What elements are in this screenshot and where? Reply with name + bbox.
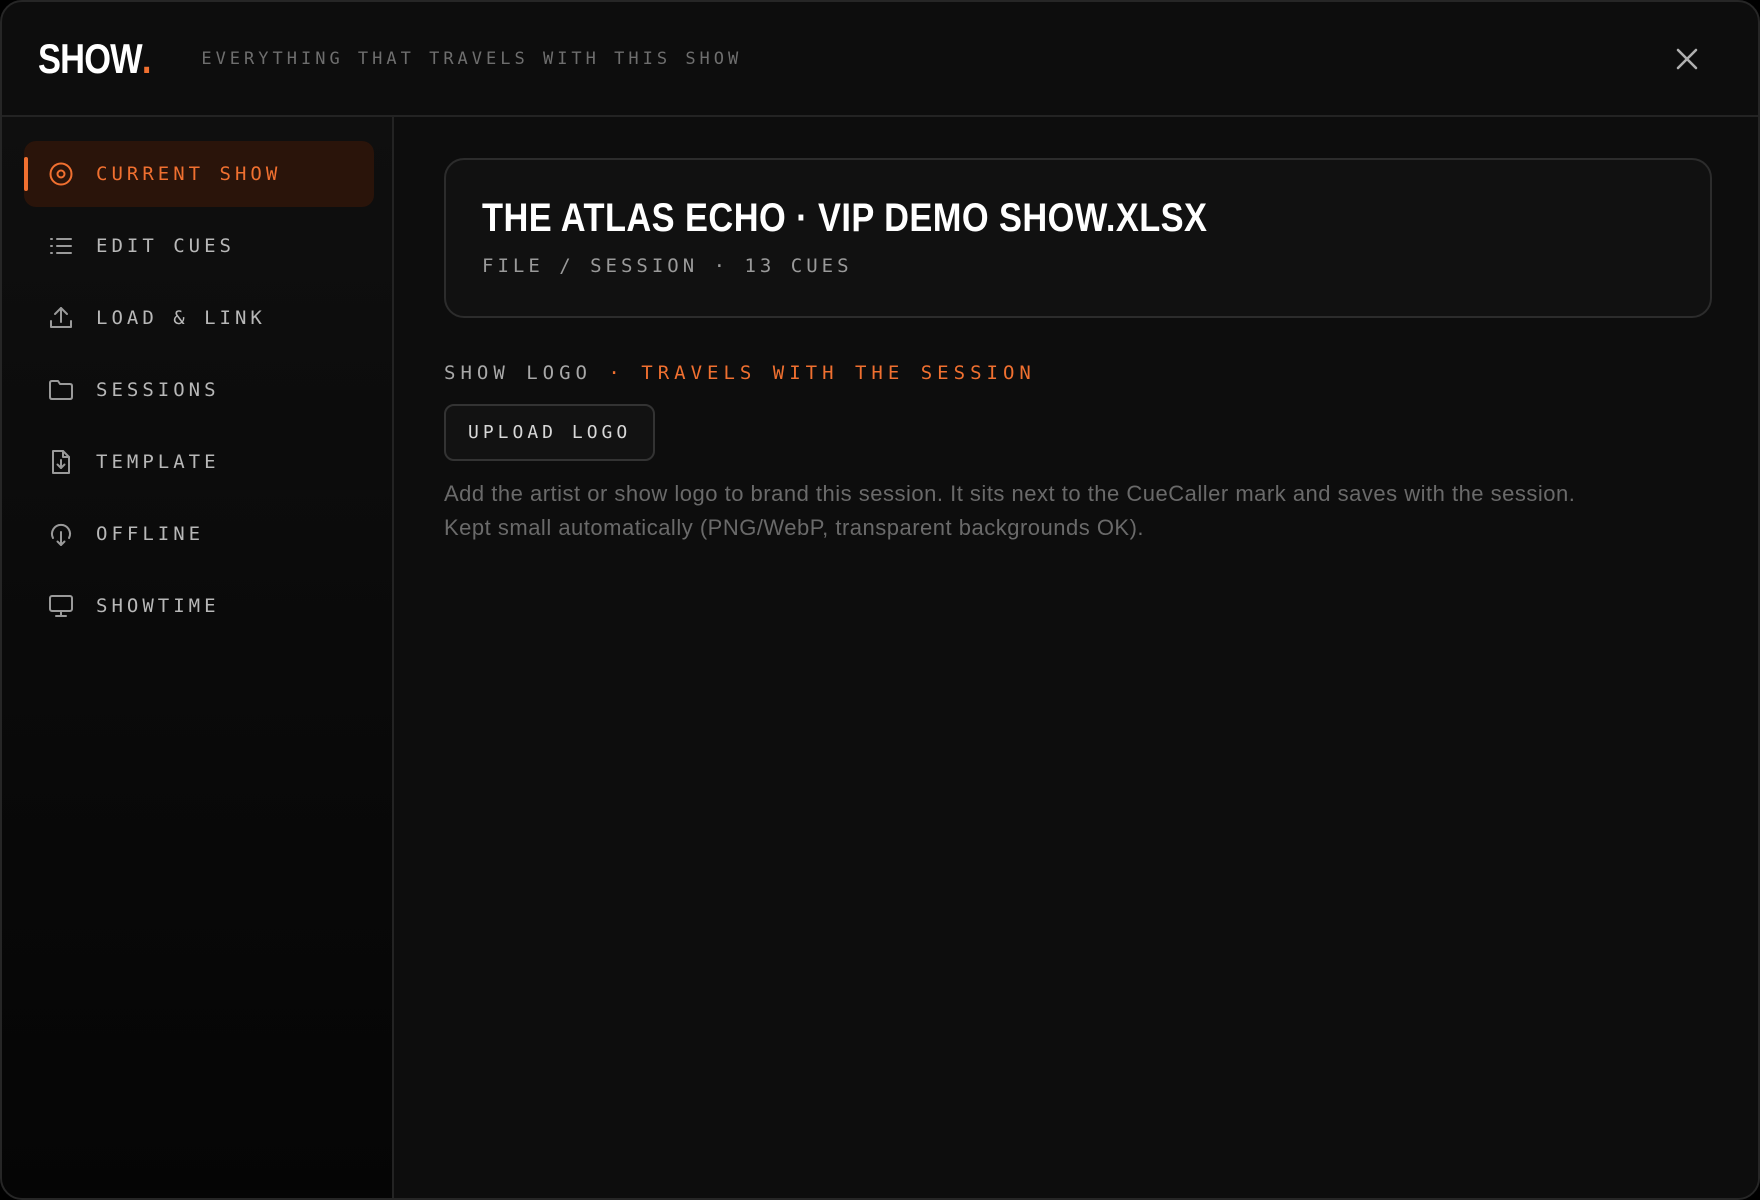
show-modal: SHOW. EVERYTHING THAT TRAVELS WITH THIS … <box>0 0 1760 1200</box>
sidebar-item-label: LOAD & LINK <box>96 307 266 329</box>
folder-icon <box>48 377 74 403</box>
brand-logo: SHOW. <box>38 35 151 83</box>
logo-help-text: Add the artist or show logo to brand thi… <box>444 477 1734 545</box>
target-icon <box>48 161 74 187</box>
sidebar-item-current-show[interactable]: CURRENT SHOW <box>24 141 374 207</box>
monitor-icon <box>48 593 74 619</box>
sidebar-item-label: SESSIONS <box>96 379 220 401</box>
sidebar-item-label: EDIT CUES <box>96 235 235 257</box>
main-panel: THE ATLAS ECHO · VIP DEMO SHOW.XLSX FILE… <box>396 119 1758 1198</box>
section-label-text: SHOW LOGO <box>444 362 592 384</box>
file-card: THE ATLAS ECHO · VIP DEMO SHOW.XLSX FILE… <box>444 158 1712 318</box>
list-icon <box>48 233 74 259</box>
upload-logo-button[interactable]: UPLOAD LOGO <box>444 404 656 461</box>
cloud-download-icon <box>48 521 74 547</box>
modal-header: SHOW. EVERYTHING THAT TRAVELS WITH THIS … <box>2 2 1758 117</box>
help-line-1: Add the artist or show logo to brand thi… <box>444 481 1576 506</box>
upload-icon <box>48 305 74 331</box>
sidebar-item-load-link[interactable]: LOAD & LINK <box>24 285 374 351</box>
file-download-icon <box>48 449 74 475</box>
section-label-accent: · TRAVELS WITH THE SESSION <box>608 362 1036 384</box>
sidebar-item-edit-cues[interactable]: EDIT CUES <box>24 213 374 279</box>
sidebar-item-sessions[interactable]: SESSIONS <box>24 357 374 423</box>
close-button[interactable] <box>1670 42 1704 76</box>
brand-dot: . <box>141 34 152 82</box>
file-meta: FILE / SESSION · 13 CUES <box>482 255 853 277</box>
sidebar-item-showtime[interactable]: SHOWTIME <box>24 573 374 639</box>
sidebar-item-label: SHOWTIME <box>96 595 220 617</box>
sidebar-item-label: TEMPLATE <box>96 451 220 473</box>
sidebar-item-label: OFFLINE <box>96 523 205 545</box>
sidebar-item-template[interactable]: TEMPLATE <box>24 429 374 495</box>
sidebar-item-label: CURRENT SHOW <box>96 163 282 185</box>
help-line-2: Kept small automatically (PNG/WebP, tran… <box>444 515 1145 540</box>
file-title: THE ATLAS ECHO · VIP DEMO SHOW.XLSX <box>482 196 1208 240</box>
sidebar: CURRENT SHOW EDIT CUES LOAD & LINK SESSI… <box>2 117 394 1198</box>
close-icon <box>1676 48 1698 70</box>
header-tagline: EVERYTHING THAT TRAVELS WITH THIS SHOW <box>201 48 743 69</box>
sidebar-item-offline[interactable]: OFFLINE <box>24 501 374 567</box>
show-logo-label: SHOW LOGO · TRAVELS WITH THE SESSION <box>444 362 1036 384</box>
brand-text: SHOW <box>38 34 143 82</box>
